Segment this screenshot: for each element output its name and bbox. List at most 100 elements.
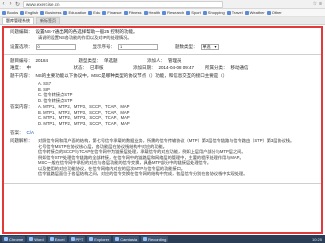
bookmark-item[interactable]: Health bbox=[143, 10, 160, 15]
q2-stem-row: 题干内容： NS的主要功能以下协议中，MSC是哪种类型的协议节点（）功能，和信息… bbox=[10, 73, 227, 79]
bookmark-item[interactable]: Finance bbox=[102, 10, 122, 15]
bookmark-item[interactable]: Sport bbox=[186, 10, 201, 15]
q2-creator-value: 管理员 bbox=[168, 58, 182, 63]
bookmark-item[interactable]: English bbox=[20, 10, 38, 15]
app-icon bbox=[49, 237, 54, 241]
q2-answers-label: 答案内容： bbox=[10, 104, 33, 109]
bookmark-icon bbox=[40, 10, 45, 15]
bookmark-icon bbox=[20, 10, 25, 15]
bookmark-item[interactable]: Travel bbox=[226, 10, 243, 15]
bookmark-icon bbox=[266, 10, 271, 15]
bookmark-icon bbox=[202, 10, 207, 15]
url-input[interactable]: www.exercise.cn bbox=[23, 0, 223, 8]
q2-answer-key-row: 答案： C/A bbox=[10, 130, 34, 136]
q2-status-value: 已审核 bbox=[90, 65, 104, 70]
bookmark-item[interactable]: Fitness bbox=[123, 10, 142, 15]
q1-setting-input[interactable]: 0 bbox=[35, 44, 76, 50]
q2-options: A. SS7 B. SIP C. 信令转接点STP D. 信令转接点STP bbox=[38, 81, 72, 103]
taskbar-item[interactable]: Word bbox=[27, 236, 46, 242]
q2-option: D. 信令转接点STP bbox=[38, 97, 73, 103]
bookmark-item[interactable]: Business bbox=[40, 10, 61, 15]
q2-id-value: 20184 bbox=[35, 58, 49, 63]
taskbar-item[interactable]: Explorer bbox=[87, 236, 112, 242]
q2-stem-label: 题干内容： bbox=[10, 73, 33, 78]
url-text: www.exercise.cn bbox=[26, 1, 60, 7]
q2-option: C. 信令转接点STP bbox=[38, 92, 73, 97]
address-bar: ‹ › ↻ www.exercise.cn ☆ ≡ bbox=[0, 0, 325, 9]
q2-category-label: 所属分类： bbox=[205, 65, 228, 70]
app-icon bbox=[70, 237, 75, 241]
reload-icon[interactable]: ↻ bbox=[14, 1, 21, 8]
q2-status-label: 状态： bbox=[73, 65, 88, 70]
q2-answers: A. MTP1、MTP2、MTP3、SCCP、TCAP、MAP B. MTP1、… bbox=[38, 104, 130, 126]
q2-answer-key: C/A bbox=[26, 130, 35, 135]
bookmark-item[interactable]: Weather bbox=[244, 10, 265, 15]
q2-analysis-label: 问题解析： bbox=[10, 138, 33, 143]
bookmark-item[interactable]: Education bbox=[63, 10, 86, 15]
forward-icon[interactable]: › bbox=[7, 1, 14, 8]
taskbar-item[interactable]: Excel bbox=[47, 236, 67, 242]
q2-meta-row2: 难度： 中 状态： 已审核 添加日期： 2014-04-08 09:47 所属分… bbox=[10, 65, 249, 71]
bookmark-item[interactable]: Books bbox=[2, 10, 18, 15]
q2-answer: A. MTP1、MTP2、MTP3、SCCP、TCAP、MAP bbox=[38, 104, 130, 109]
q2-date-value: 2014-04-08 09:47 bbox=[158, 65, 195, 70]
bookmark-item[interactable]: Edu bbox=[88, 10, 100, 15]
bookmark-icon bbox=[102, 10, 107, 15]
q1-setting-label: 设置选项： bbox=[10, 44, 33, 49]
app-icon bbox=[4, 237, 8, 241]
q2-type-value: 单选题 bbox=[104, 58, 118, 63]
q2-creator-label: 添加人： bbox=[147, 58, 165, 63]
page-content: 问题编辑： 设置NS-7通出网的各选择帮助一般25 控制的功能。 请说明设置NS… bbox=[0, 26, 325, 236]
bookmark-icon bbox=[143, 10, 148, 15]
q2-stem-text: NS的主要功能以下协议中，MSC是哪种类型的协议节点（）功能，和信息交互的接口主… bbox=[35, 73, 228, 78]
taskbar: Chrome Word Excel PPT Explorer Camtasia … bbox=[0, 235, 325, 243]
taskbar-item[interactable]: PPT bbox=[68, 236, 86, 242]
q1-stem-text2: 请说明设置NS各功能的作用以及对IP的处理情况。 bbox=[38, 35, 132, 40]
chevron-down-icon: ▾ bbox=[214, 44, 217, 49]
q2-answers-row: 答案内容： bbox=[10, 104, 33, 110]
bookmark-icon bbox=[162, 10, 167, 15]
q2-meta-row1: 题目编号： 20184 题型类型： 单选题 添加人： 管理员 bbox=[10, 58, 182, 64]
back-icon[interactable]: ‹ bbox=[0, 1, 7, 8]
bookmark-icon bbox=[63, 10, 68, 15]
q2-answer-key-label: 答案： bbox=[10, 130, 24, 135]
taskbar-item[interactable]: Chrome bbox=[2, 236, 26, 242]
q2-analysis-line: 信令链路层面位于各层结构之间，对应的信令交换在信令网的结构中完成，各层信令分别在… bbox=[38, 171, 248, 176]
q1-type-select[interactable]: 单选 ▾ bbox=[200, 44, 219, 50]
q2-analysis: 对照信令网和用户面的结构，第七号信令承载的数据业务，所需的信令传输协议（MTP）… bbox=[38, 138, 318, 177]
q1-settings-row: 设置选项： 0 显示序号： 1 题数类型： 单选 ▾ bbox=[10, 44, 219, 50]
taskbar-item[interactable]: Recording bbox=[141, 236, 169, 242]
bookmark-item[interactable]: Other bbox=[266, 10, 282, 15]
bookmark-item[interactable]: Shopping bbox=[202, 10, 225, 15]
q2-analysis-line: 对照信令网和用户面的结构，第七号信令承载的数据业务，所需的信令传输协议（MTP）… bbox=[38, 138, 295, 143]
q2-analysis-row: 问题解析： bbox=[10, 138, 33, 144]
divider bbox=[4, 54, 321, 55]
q2-answer: C. MTP1、MTP2、MTP3、SCCP、TCAP、MAP bbox=[38, 115, 130, 120]
q1-type-label: 题数类型： bbox=[175, 44, 198, 49]
q2-diff-value: 中 bbox=[26, 65, 32, 70]
bookmark-icon bbox=[2, 10, 6, 15]
tab-bar: 题库管理系统 新标签页 bbox=[0, 17, 325, 25]
app-icon bbox=[115, 237, 120, 241]
q1-show-label: 显示序号： bbox=[92, 44, 116, 49]
taskbar-item[interactable]: Camtasia bbox=[113, 236, 140, 242]
bookmark-item[interactable]: Research bbox=[162, 10, 184, 15]
q2-id-label: 题目编号： bbox=[10, 58, 33, 63]
bookmarks-bar: Books English Business Education Edu Fin… bbox=[0, 9, 325, 17]
q2-diff-label: 难度： bbox=[10, 65, 24, 70]
tab-new[interactable]: 新标签页 bbox=[36, 17, 60, 24]
app-icon bbox=[143, 237, 148, 241]
menu-icon[interactable]: ≡ bbox=[319, 1, 322, 7]
star-icon[interactable]: ☆ bbox=[313, 1, 317, 7]
q2-date-label: 添加日期： bbox=[133, 65, 156, 70]
clock: 10:25 bbox=[311, 236, 322, 242]
q2-category-value: 移动通信 bbox=[230, 65, 249, 70]
q1-show-input[interactable]: 1 bbox=[118, 44, 158, 50]
bookmark-icon bbox=[244, 10, 249, 15]
q2-type-label: 题型类型： bbox=[78, 58, 102, 63]
app-icon bbox=[29, 237, 34, 241]
bookmark-icon bbox=[226, 10, 231, 15]
tab-question-bank[interactable]: 题库管理系统 bbox=[2, 17, 34, 24]
q1-stem-label: 问题编辑： bbox=[10, 29, 33, 34]
q2-answer: D. MTP1、MTP2、MTP3、SCCP、TCAP、MAP bbox=[38, 120, 130, 126]
